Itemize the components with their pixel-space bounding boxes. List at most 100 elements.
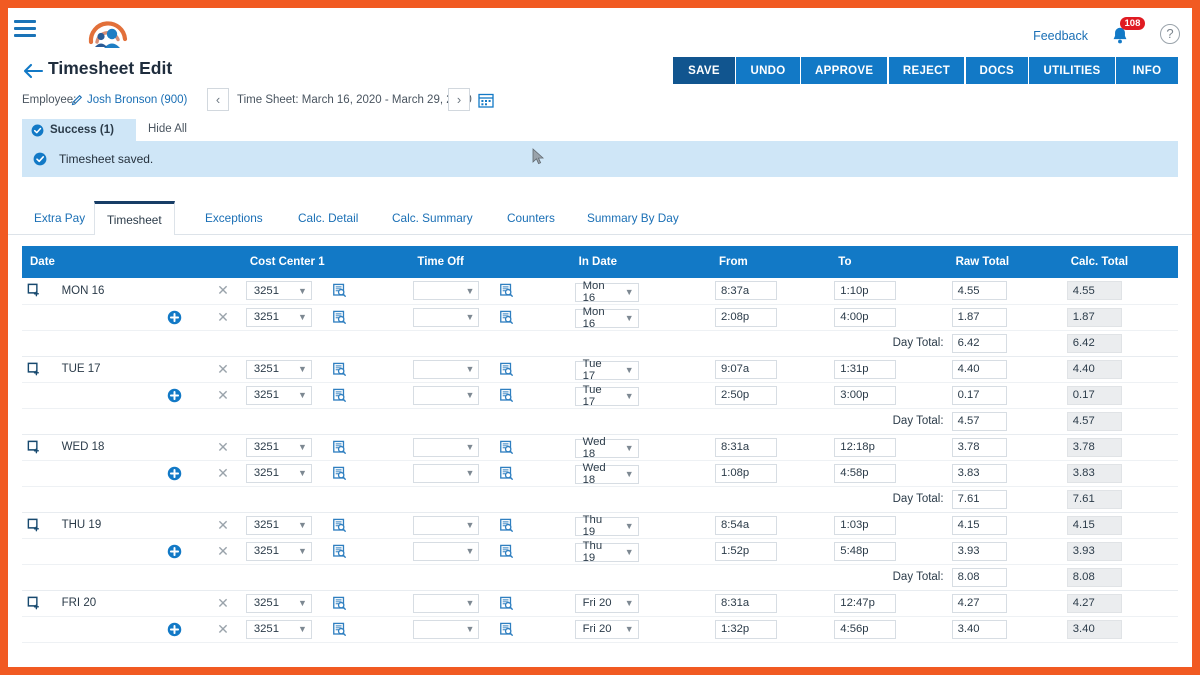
undo-button[interactable]: UNDO bbox=[736, 57, 800, 84]
back-arrow-icon[interactable] bbox=[22, 62, 44, 80]
time-off-lookup-cell[interactable] bbox=[495, 460, 571, 487]
add-row-cell[interactable] bbox=[145, 356, 205, 383]
table-row[interactable]: FRI 20 ✕ 3251 ▼ ▼ Fri 20 ▼ 8:31a 12:47p 4.… bbox=[22, 590, 1178, 617]
from-time-input[interactable]: 1:08p bbox=[714, 463, 777, 483]
to-cell[interactable]: 1:31p bbox=[830, 356, 948, 383]
copy-row-icon[interactable] bbox=[26, 517, 43, 534]
copy-row-cell[interactable] bbox=[22, 278, 58, 305]
cost-center-cell[interactable]: 3251 ▼ bbox=[241, 356, 328, 383]
cost-center-cell[interactable]: 3251 ▼ bbox=[241, 434, 328, 461]
table-row[interactable]: ✕ 3251 ▼ ▼ Tue 17 ▼ 2:50p 3:00p 0.17 0.17 bbox=[22, 382, 1178, 409]
add-row-cell[interactable] bbox=[145, 434, 205, 461]
cost-center-select[interactable]: 3251 ▼ bbox=[245, 437, 312, 457]
cost-center-cell[interactable]: 3251 ▼ bbox=[241, 590, 328, 617]
from-time-input[interactable]: 8:31a bbox=[714, 437, 777, 457]
lookup-search-icon[interactable] bbox=[499, 518, 514, 533]
pencil-icon[interactable] bbox=[71, 94, 83, 106]
time-off-select[interactable]: ▼ bbox=[413, 463, 480, 483]
lookup-search-icon[interactable] bbox=[332, 596, 347, 611]
copy-row-icon[interactable] bbox=[26, 282, 43, 299]
copy-row-cell[interactable] bbox=[22, 382, 58, 409]
delete-row-cell[interactable]: ✕ bbox=[204, 278, 242, 305]
time-off-cell[interactable]: ▼ bbox=[409, 304, 496, 331]
lookup-search-icon[interactable] bbox=[332, 544, 347, 559]
from-cell[interactable]: 2:08p bbox=[710, 304, 831, 331]
time-off-lookup-cell[interactable] bbox=[495, 382, 571, 409]
in-date-select[interactable]: Mon 16 ▼ bbox=[574, 280, 639, 304]
cost-center-lookup-cell[interactable] bbox=[327, 434, 410, 461]
copy-row-icon[interactable] bbox=[26, 595, 43, 612]
to-time-input[interactable]: 12:18p bbox=[834, 437, 897, 457]
copy-row-cell[interactable] bbox=[22, 356, 58, 383]
lookup-search-icon[interactable] bbox=[332, 622, 347, 637]
to-time-input[interactable]: 1:03p bbox=[834, 515, 897, 535]
cost-center-select[interactable]: 3251 ▼ bbox=[245, 541, 312, 561]
copy-row-icon[interactable] bbox=[26, 439, 43, 456]
add-row-icon[interactable] bbox=[167, 544, 182, 559]
in-date-cell[interactable]: Thu 19 ▼ bbox=[570, 512, 711, 539]
in-date-cell[interactable]: Tue 17 ▼ bbox=[570, 356, 711, 383]
in-date-cell[interactable]: Mon 16 ▼ bbox=[570, 278, 711, 305]
to-cell[interactable]: 4:58p bbox=[830, 460, 948, 487]
tab-counters[interactable]: Counters bbox=[495, 201, 567, 235]
copy-row-cell[interactable] bbox=[22, 590, 58, 617]
lookup-search-icon[interactable] bbox=[499, 310, 514, 325]
raw-total-cell[interactable]: 4.27 bbox=[947, 590, 1063, 617]
delete-row-cell[interactable]: ✕ bbox=[204, 512, 242, 539]
from-cell[interactable]: 8:54a bbox=[710, 512, 831, 539]
lookup-search-icon[interactable] bbox=[499, 388, 514, 403]
lookup-search-icon[interactable] bbox=[332, 440, 347, 455]
delete-row-cell[interactable]: ✕ bbox=[204, 590, 242, 617]
add-row-cell[interactable] bbox=[145, 304, 205, 331]
copy-row-cell[interactable] bbox=[22, 512, 58, 539]
info-button[interactable]: INFO bbox=[1116, 57, 1178, 84]
calendar-icon[interactable] bbox=[478, 92, 494, 108]
cost-center-select[interactable]: 3251 ▼ bbox=[245, 385, 312, 405]
in-date-cell[interactable]: Fri 20 ▼ bbox=[570, 590, 711, 617]
raw-total-input[interactable]: 4.15 bbox=[951, 515, 1007, 535]
time-off-select[interactable]: ▼ bbox=[413, 541, 480, 561]
raw-total-cell[interactable]: 4.15 bbox=[947, 512, 1063, 539]
to-time-input[interactable]: 4:00p bbox=[834, 307, 897, 327]
cost-center-lookup-cell[interactable] bbox=[327, 382, 410, 409]
time-off-cell[interactable]: ▼ bbox=[409, 382, 496, 409]
approve-button[interactable]: APPROVE bbox=[801, 57, 888, 84]
next-period-button[interactable]: › bbox=[448, 88, 470, 111]
from-time-input[interactable]: 8:54a bbox=[714, 515, 777, 535]
raw-total-input[interactable]: 0.17 bbox=[951, 385, 1007, 405]
table-row[interactable]: ✕ 3251 ▼ ▼ Fri 20 ▼ 1:32p 4:56p 3.40 3.40 bbox=[22, 616, 1178, 643]
lookup-search-icon[interactable] bbox=[499, 622, 514, 637]
raw-total-cell[interactable]: 3.78 bbox=[947, 434, 1063, 461]
raw-total-cell[interactable]: 1.87 bbox=[947, 304, 1063, 331]
lookup-search-icon[interactable] bbox=[499, 596, 514, 611]
lookup-search-icon[interactable] bbox=[499, 362, 514, 377]
in-date-cell[interactable]: Wed 18 ▼ bbox=[570, 460, 711, 487]
raw-total-cell[interactable]: 3.40 bbox=[947, 616, 1063, 643]
copy-row-cell[interactable] bbox=[22, 538, 58, 565]
time-off-cell[interactable]: ▼ bbox=[409, 590, 496, 617]
tab-calc-summary[interactable]: Calc. Summary bbox=[380, 201, 485, 235]
copy-row-cell[interactable] bbox=[22, 434, 58, 461]
cost-center-select[interactable]: 3251 ▼ bbox=[245, 619, 312, 639]
cost-center-lookup-cell[interactable] bbox=[327, 460, 410, 487]
delete-row-cell[interactable]: ✕ bbox=[204, 616, 242, 643]
add-row-cell[interactable] bbox=[145, 382, 205, 409]
cost-center-lookup-cell[interactable] bbox=[327, 538, 410, 565]
from-cell[interactable]: 1:08p bbox=[710, 460, 831, 487]
cost-center-cell[interactable]: 3251 ▼ bbox=[241, 278, 328, 305]
cost-center-cell[interactable]: 3251 ▼ bbox=[241, 538, 328, 565]
raw-total-input[interactable]: 3.78 bbox=[951, 437, 1007, 457]
raw-total-input[interactable]: 3.40 bbox=[951, 619, 1007, 639]
in-date-select[interactable]: Fri 20 ▼ bbox=[574, 619, 639, 639]
time-off-select[interactable]: ▼ bbox=[413, 619, 480, 639]
add-row-cell[interactable] bbox=[145, 616, 205, 643]
from-time-input[interactable]: 2:50p bbox=[714, 385, 777, 405]
from-time-input[interactable]: 2:08p bbox=[714, 307, 777, 327]
cost-center-select[interactable]: 3251 ▼ bbox=[245, 515, 312, 535]
to-time-input[interactable]: 3:00p bbox=[834, 385, 897, 405]
in-date-select[interactable]: Tue 17 ▼ bbox=[574, 384, 639, 408]
tab-timesheet[interactable]: Timesheet bbox=[94, 201, 175, 235]
raw-total-cell[interactable]: 4.40 bbox=[947, 356, 1063, 383]
cost-center-lookup-cell[interactable] bbox=[327, 356, 410, 383]
copy-row-icon[interactable] bbox=[26, 361, 43, 378]
